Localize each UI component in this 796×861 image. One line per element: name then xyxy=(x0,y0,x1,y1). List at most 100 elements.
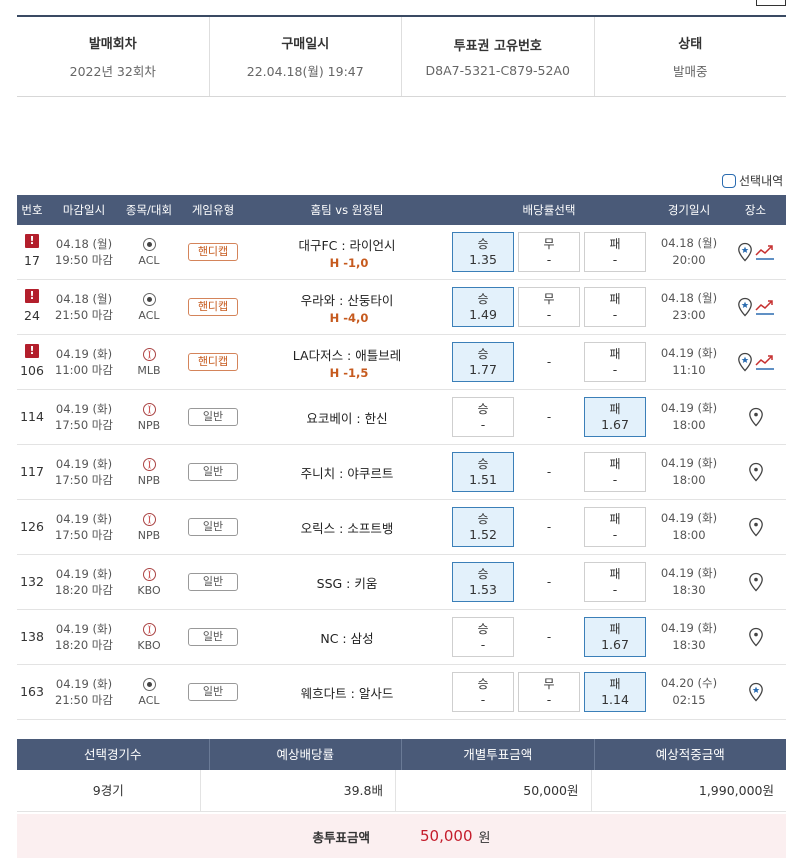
baseball-icon xyxy=(142,567,156,581)
trend-chart-icon[interactable] xyxy=(754,352,775,372)
row-match: 대구FC : 라이언시 H -1,0 xyxy=(249,235,445,270)
match-teams: 우라와 : 산둥타이 xyxy=(300,292,394,308)
row-number: 163 xyxy=(20,684,44,699)
odds-win-value: 1.49 xyxy=(469,307,497,322)
match-teams: SSG : 키움 xyxy=(316,575,378,591)
row-game-date: 04.19 (화) 18:00 xyxy=(660,401,718,432)
odds-lose-value: - xyxy=(612,582,618,597)
map-pin-icon[interactable] xyxy=(748,627,764,647)
row-deadline: 04.18 (월) 21:50 마감 xyxy=(55,292,113,322)
odds-win-button[interactable]: 승 1.53 xyxy=(452,562,514,602)
map-pin-icon[interactable] xyxy=(748,517,764,537)
selection-history-toggle[interactable]: 선택내역 xyxy=(722,172,783,189)
odds-win-button[interactable]: 승- xyxy=(452,672,514,712)
row-deadline: 04.19 (화) 17:50 마감 xyxy=(55,512,113,542)
odds-lose-label: 패 xyxy=(609,512,621,526)
row-place xyxy=(725,682,786,702)
row-sport: MLB xyxy=(121,347,177,377)
match-teams: 대구FC : 라이언시 xyxy=(298,237,396,253)
map-pin-star-icon[interactable] xyxy=(737,352,753,372)
summary-table: 선택경기수 예상배당률 개별투표금액 예상적중금액 9경기 39.8배 50,0… xyxy=(17,739,786,858)
game-type-badge: 핸디캡 xyxy=(188,353,238,371)
header-match: 홈팀 vs 원정팀 xyxy=(310,203,384,217)
trend-chart-icon[interactable] xyxy=(754,297,775,317)
odds-win-button[interactable]: 승 1.77 xyxy=(452,342,514,382)
map-pin-icon[interactable] xyxy=(748,407,764,427)
table-row: ! 106 04.19 (화) 11:00 마감 MLB 핸디캡 LA다저스 :… xyxy=(17,335,786,390)
odds-lose-button[interactable]: 패- xyxy=(584,232,646,272)
summary-header-bet: 개별투표금액 xyxy=(402,739,595,770)
odds-lose-label: 패 xyxy=(609,677,621,691)
selection-history-label: 선택내역 xyxy=(739,174,784,188)
map-pin-star-icon[interactable] xyxy=(737,297,753,317)
odds-draw-button[interactable]: 무- xyxy=(518,232,580,272)
odds-win-label: 승 xyxy=(477,402,489,416)
row-number: 138 xyxy=(20,629,44,644)
odds-draw-button[interactable]: 무- xyxy=(518,287,580,327)
game-type-badge: 일반 xyxy=(188,463,238,481)
odds-lose-button[interactable]: 패- xyxy=(584,342,646,382)
close-button[interactable] xyxy=(756,0,786,6)
row-match: 우라와 : 산둥타이 H -4,0 xyxy=(249,290,445,325)
row-odds: 승 1.52 - 패- xyxy=(445,507,653,547)
warning-icon: ! xyxy=(25,289,39,303)
summary-odds: 39.8배 xyxy=(201,770,396,811)
game-type-badge: 일반 xyxy=(188,408,238,426)
map-pin-icon[interactable] xyxy=(748,572,764,592)
row-place xyxy=(725,297,786,317)
row-number: ! 106 xyxy=(20,344,44,378)
table-row: 138 04.19 (화) 18:20 마감 KBO 일반 NC : 삼성 승-… xyxy=(17,610,786,665)
info-ticket-id: 투표권 고유번호 D8A7-5321-C879-52A0 xyxy=(402,17,595,96)
odds-lose-button[interactable]: 패 1.67 xyxy=(584,397,646,437)
odds-win-button[interactable]: 승 1.49 xyxy=(452,287,514,327)
row-place xyxy=(725,352,786,372)
map-pin-star-icon[interactable] xyxy=(748,682,764,702)
league-label: KBO xyxy=(137,583,161,597)
odds-lose-value: 1.67 xyxy=(601,417,629,432)
row-odds: 승- - 패 1.67 xyxy=(445,397,653,437)
odds-win-button[interactable]: 승- xyxy=(452,397,514,437)
odds-win-button[interactable]: 승 1.35 xyxy=(452,232,514,272)
odds-lose-label: 패 xyxy=(609,402,621,416)
odds-lose-label: 패 xyxy=(609,237,621,251)
game-type-badge: 일반 xyxy=(188,628,238,646)
odds-draw-value: - xyxy=(546,692,552,707)
match-teams: 주니치 : 야쿠르트 xyxy=(300,465,394,481)
summary-payout: 1,990,000원 xyxy=(698,783,774,798)
odds-win-button[interactable]: 승 1.51 xyxy=(452,452,514,492)
odds-win-label: 승 xyxy=(477,622,489,636)
row-odds: 승 1.49 무- 패- xyxy=(445,287,653,327)
trend-chart-icon[interactable] xyxy=(754,242,775,262)
odds-win-button[interactable]: 승 1.52 xyxy=(452,507,514,547)
row-odds: 승 1.53 - 패- xyxy=(445,562,653,602)
odds-lose-button[interactable]: 패 1.67 xyxy=(584,617,646,657)
row-odds: 승 1.51 - 패- xyxy=(445,452,653,492)
odds-draw-empty: - xyxy=(546,575,552,589)
odds-draw-empty: - xyxy=(546,520,552,534)
odds-lose-button[interactable]: 패- xyxy=(584,452,646,492)
row-place xyxy=(725,462,786,482)
odds-win-button[interactable]: 승- xyxy=(452,617,514,657)
handicap-value: H -1,0 xyxy=(329,255,369,270)
summary-bet: 50,000원 xyxy=(396,770,592,811)
odds-draw-button[interactable]: 무- xyxy=(518,672,580,712)
summary-values: 9경기 39.8배 50,000원 1,990,000원 xyxy=(17,770,786,812)
match-teams: 요코베이 : 한신 xyxy=(306,410,388,426)
odds-lose-button[interactable]: 패- xyxy=(584,562,646,602)
summary-header-odds: 예상배당률 xyxy=(210,739,402,770)
odds-lose-button[interactable]: 패- xyxy=(584,287,646,327)
match-teams: 웨흐다트 : 알사드 xyxy=(300,685,394,701)
baseball-icon xyxy=(142,622,156,636)
map-pin-star-icon[interactable] xyxy=(737,242,753,262)
table-row: 163 04.19 (화) 21:50 마감 ACL 일반 웨흐다트 : 알사드… xyxy=(17,665,786,720)
header-deadline: 마감일시 xyxy=(62,203,106,217)
row-game-date: 04.20 (수) 02:15 xyxy=(660,676,718,707)
odds-draw-value: - xyxy=(546,307,552,322)
selection-history-checkbox[interactable] xyxy=(722,173,736,188)
row-game-date: 04.19 (화) 11:10 xyxy=(660,346,718,377)
odds-lose-button[interactable]: 패- xyxy=(584,507,646,547)
odds-lose-label: 패 xyxy=(609,622,621,636)
odds-lose-button[interactable]: 패 1.14 xyxy=(584,672,646,712)
map-pin-icon[interactable] xyxy=(748,462,764,482)
row-game-type: 일반 xyxy=(177,518,249,536)
